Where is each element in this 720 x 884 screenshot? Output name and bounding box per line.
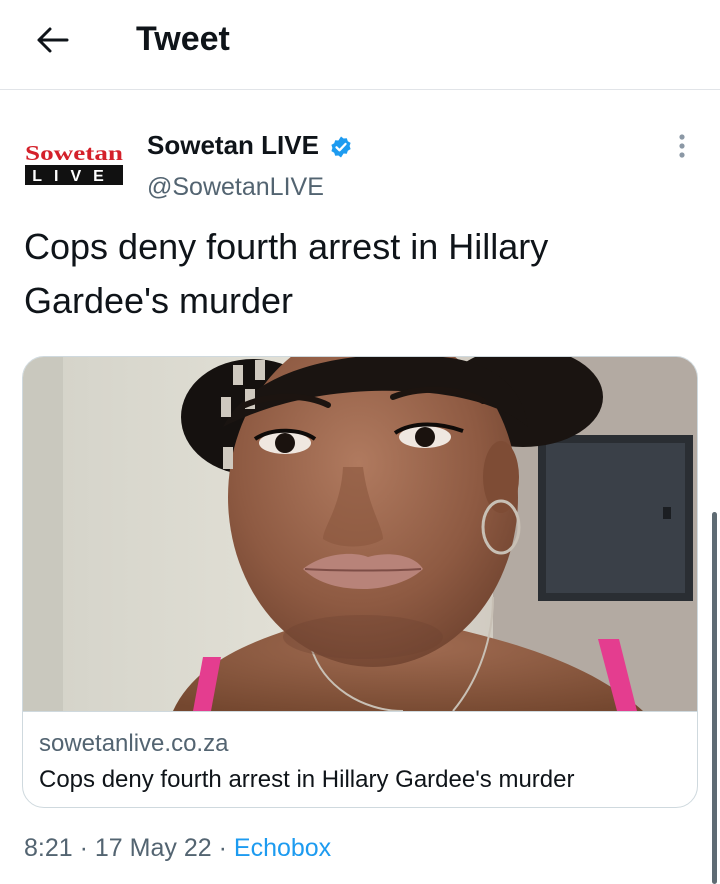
author-name-row[interactable]: Sowetan LIVE bbox=[147, 128, 353, 162]
svg-text:Sowetan: Sowetan bbox=[25, 141, 123, 165]
page-title: Tweet bbox=[136, 20, 230, 58]
separator: · bbox=[218, 834, 227, 862]
card-image[interactable] bbox=[23, 357, 697, 711]
more-options-button[interactable] bbox=[664, 128, 700, 164]
back-button[interactable] bbox=[28, 16, 76, 64]
source-link[interactable]: Echobox bbox=[234, 834, 331, 862]
svg-text:LIVE: LIVE bbox=[32, 168, 116, 185]
verified-badge-icon bbox=[329, 133, 353, 158]
card-title[interactable]: Cops deny fourth arrest in Hillary Garde… bbox=[39, 764, 574, 796]
separator: · bbox=[79, 834, 88, 862]
card-domain: sowetanlive.co.za bbox=[39, 730, 229, 757]
sowetan-live-logo: Sowetan LIVE bbox=[25, 141, 123, 185]
link-preview-card[interactable]: sowetanlive.co.za Cops deny fourth arres… bbox=[22, 356, 698, 808]
author-name[interactable]: Sowetan LIVE bbox=[147, 128, 319, 162]
card-meta: sowetanlive.co.za Cops deny fourth arres… bbox=[23, 711, 697, 807]
top-app-bar: Tweet bbox=[0, 0, 720, 90]
arrow-left-icon bbox=[37, 27, 69, 53]
tweet-text: Cops deny fourth arrest in Hillary Garde… bbox=[24, 226, 549, 321]
tweet-meta-row: 8:21 · 17 May 22 · Echobox bbox=[24, 830, 331, 866]
more-vertical-icon bbox=[679, 134, 685, 158]
tweet-time[interactable]: 8:21 bbox=[24, 834, 73, 862]
author-avatar[interactable]: Sowetan LIVE bbox=[22, 138, 126, 192]
author-handle[interactable]: @SowetanLIVE bbox=[147, 170, 324, 204]
tweet-date[interactable]: 17 May 22 bbox=[95, 834, 212, 862]
scrollbar[interactable] bbox=[712, 512, 717, 884]
